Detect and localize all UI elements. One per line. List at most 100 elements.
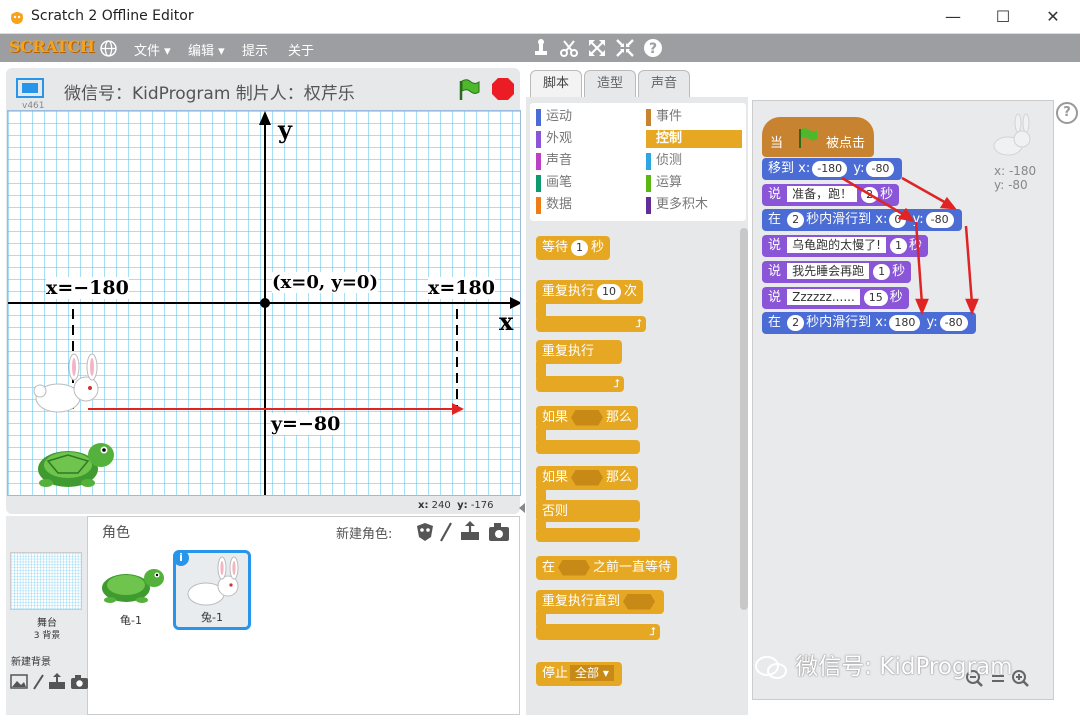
sprite-x: x: -180 xyxy=(994,164,1037,178)
category-motion[interactable]: 运动 xyxy=(536,108,572,126)
say-secs-input[interactable]: 2 xyxy=(861,187,879,203)
glide-y-input[interactable]: -80 xyxy=(939,315,968,331)
stop-sign-icon[interactable] xyxy=(491,77,515,101)
condition-slot[interactable] xyxy=(571,409,604,426)
category-label: 运算 xyxy=(656,175,683,190)
watermark-text: 微信号: KidProgram xyxy=(795,654,1013,680)
block-wait-until[interactable]: 在 之前一直等待 xyxy=(536,556,678,580)
say-text-input[interactable]: 乌龟跑的太慢了! xyxy=(787,237,886,253)
glide-secs-input[interactable]: 2 xyxy=(787,315,805,331)
say-text-input[interactable]: Zzzzzz...... xyxy=(787,289,860,305)
say-secs-input[interactable]: 15 xyxy=(863,290,888,306)
camera-sprite-icon[interactable] xyxy=(489,523,509,541)
sprite-library-icon[interactable] xyxy=(417,523,433,541)
say-block-2[interactable]: 说 乌龟跑的太慢了! 1 秒 xyxy=(762,235,928,257)
goto-block[interactable]: 移到 x: -180 y: -80 xyxy=(762,158,903,180)
category-control[interactable]: 控制 xyxy=(646,130,742,148)
origin-label: (x=0, y=0) xyxy=(272,272,378,293)
say-block-1[interactable]: 说 准备，跑！ 2 秒 xyxy=(762,184,900,206)
block-label: 被点击 xyxy=(826,136,866,151)
scratch-logo[interactable]: SCRATCH xyxy=(9,37,95,56)
condition-slot[interactable] xyxy=(571,469,604,486)
menu-bar: SCRATCH 文件 ▾ 编辑 ▾ 提示 关于 ? xyxy=(0,34,1080,62)
block-label: 移到 x: xyxy=(768,161,811,176)
maximize-button[interactable]: ☐ xyxy=(988,6,1018,28)
menu-tips[interactable]: 提示 xyxy=(242,40,268,59)
condition-slot[interactable] xyxy=(558,559,591,576)
paint-backdrop-landscape-icon[interactable] xyxy=(10,674,28,689)
grow-icon[interactable] xyxy=(586,37,608,59)
rabbit-thumbnail xyxy=(187,556,239,606)
tab-costumes[interactable]: 造型 xyxy=(584,70,636,98)
stage-thumbnail-cell[interactable]: 舞台 3 背景 新建背景 xyxy=(6,516,88,715)
glide-block-1[interactable]: 在 2 秒内滑行到 x: 0 y: -80 xyxy=(762,209,962,231)
camera-icon[interactable] xyxy=(71,675,88,689)
say-block-4[interactable]: 说 Zzzzzz...... 15 秒 xyxy=(762,287,909,309)
tab-scripts[interactable]: 脚本 xyxy=(530,70,582,98)
glide-x-input[interactable]: 180 xyxy=(889,315,921,331)
wait-input[interactable]: 1 xyxy=(571,240,589,256)
forever-header: 重复执行 xyxy=(536,340,622,364)
say-block-3[interactable]: 说 我先睡会再跑 1 秒 xyxy=(762,261,912,283)
help-icon[interactable]: ? xyxy=(1056,102,1078,124)
say-text-input[interactable]: 准备，跑！ xyxy=(787,186,858,202)
mouse-y-value: -176 xyxy=(470,500,494,511)
brush-icon[interactable] xyxy=(33,674,44,690)
sprite-name: 龟-1 xyxy=(120,614,142,627)
say-secs-input[interactable]: 1 xyxy=(873,264,891,280)
ifelse-footer xyxy=(536,528,640,542)
left-x-label: x=−180 xyxy=(46,277,129,299)
glide-secs-input[interactable]: 2 xyxy=(787,212,805,228)
repeat-input[interactable]: 10 xyxy=(597,284,622,300)
glide-y-input[interactable]: -80 xyxy=(925,212,954,228)
menu-about[interactable]: 关于 xyxy=(288,40,314,59)
delete-scissors-icon[interactable] xyxy=(558,37,580,59)
minimize-button[interactable]: — xyxy=(938,6,968,28)
category-events[interactable]: 事件 xyxy=(646,108,682,126)
when-flag-clicked-block[interactable]: 当 被点击 xyxy=(762,117,874,157)
menu-file[interactable]: 文件 ▾ xyxy=(134,40,171,59)
sprite-card-turtle[interactable]: 龟-1 xyxy=(92,550,170,630)
category-sensing[interactable]: 侦测 xyxy=(646,152,682,170)
say-text-input[interactable]: 我先睡会再跑 xyxy=(787,263,870,279)
project-title[interactable]: 微信号：KidProgram 制片人：权芹乐 xyxy=(64,79,355,104)
condition-slot[interactable] xyxy=(623,593,656,610)
category-looks[interactable]: 外观 xyxy=(536,130,572,148)
upload-icon[interactable] xyxy=(49,673,65,689)
block-label: 说 xyxy=(768,187,782,202)
mouse-coordinates: x: 240 y: -176 xyxy=(418,500,494,511)
say-secs-input[interactable]: 1 xyxy=(889,238,907,254)
glide-block-2[interactable]: 在 2 秒内滑行到 x: 180 y: -80 xyxy=(762,312,976,334)
category-more-blocks[interactable]: 更多积木 xyxy=(646,196,708,214)
glide-x-input[interactable]: 0 xyxy=(889,212,907,228)
if-header: 如果 那么 xyxy=(536,406,639,430)
shrink-icon[interactable] xyxy=(614,37,636,59)
editor-tabs: 脚本 造型 声音 xyxy=(526,68,1080,98)
stop-dropdown[interactable]: 全部 ▾ xyxy=(570,665,614,681)
category-operators[interactable]: 运算 xyxy=(646,174,682,192)
block-wait[interactable]: 等待 1 秒 xyxy=(536,236,611,260)
mouse-x-value: 240 xyxy=(431,500,451,511)
block-stop[interactable]: 停止 全部 ▾ xyxy=(536,662,622,686)
zoom-in-icon[interactable] xyxy=(1012,670,1029,687)
category-data[interactable]: 数据 xyxy=(536,196,572,214)
tab-sounds[interactable]: 声音 xyxy=(638,70,690,98)
upload-sprite-icon[interactable] xyxy=(461,521,479,540)
presentation-mode-icon[interactable] xyxy=(16,78,44,98)
goto-x-input[interactable]: -180 xyxy=(812,161,848,177)
category-sound[interactable]: 声音 xyxy=(536,152,572,170)
category-pen[interactable]: 画笔 xyxy=(536,174,572,192)
goto-y-input[interactable]: -80 xyxy=(866,161,895,177)
category-label: 控制 xyxy=(656,131,683,146)
duplicate-stamp-icon[interactable] xyxy=(530,37,552,59)
palette-scrollbar[interactable] xyxy=(740,228,748,610)
sprite-card-rabbit[interactable]: i 兔-1 xyxy=(173,550,251,630)
help-icon[interactable]: ? xyxy=(642,37,664,59)
stage-canvas[interactable]: y x (x=0, y=0) x=−180 x=180 y=−80 xyxy=(7,110,521,496)
green-flag-icon[interactable] xyxy=(456,78,482,102)
menu-edit[interactable]: 编辑 ▾ xyxy=(188,40,225,59)
paint-sprite-icon[interactable] xyxy=(440,522,452,542)
close-button[interactable]: ✕ xyxy=(1038,6,1068,28)
category-label: 声音 xyxy=(546,153,573,168)
globe-icon[interactable] xyxy=(100,40,117,57)
